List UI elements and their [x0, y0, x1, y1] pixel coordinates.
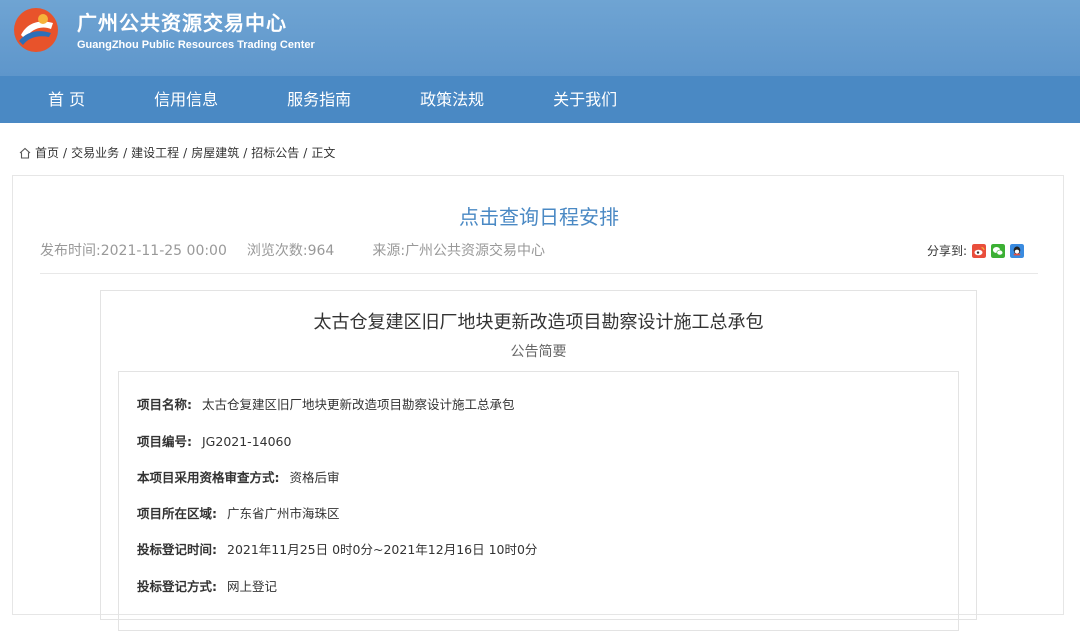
site-header: 广州公共资源交易中心 GuangZhou Public Resources Tr… — [0, 0, 1080, 76]
field-value: 太古仓复建区旧厂地块更新改造项目勘察设计施工总承包 — [202, 397, 515, 412]
breadcrumb-building[interactable]: 房屋建筑 — [191, 144, 239, 161]
source-label: 来源: — [372, 243, 406, 259]
breadcrumb: 首页 / 交易业务 / 建设工程 / 房屋建筑 / 招标公告 / 正文 — [18, 144, 335, 161]
qq-icon[interactable] — [1010, 243, 1025, 258]
field-value: JG2021-14060 — [202, 434, 292, 449]
field-registration-time: 投标登记时间: 2021年11月25日 0时0分~2021年12月16日 10时0… — [137, 539, 537, 558]
nav-item-policy[interactable]: 政策法规 — [420, 76, 484, 123]
content-panel: 点击查询日程安排 发布时间:2021-11-25 00:00 浏览次数:964 … — [12, 175, 1065, 631]
views-label: 浏览次数: — [246, 243, 308, 259]
weibo-icon[interactable] — [972, 243, 987, 258]
field-value: 资格后审 — [289, 470, 340, 485]
announcement-subtitle: 公告简要 — [510, 344, 567, 360]
field-region: 项目所在区域: 广东省广州市海珠区 — [137, 503, 340, 522]
nav-item-guide[interactable]: 服务指南 — [287, 76, 351, 123]
article-meta: 发布时间:2021-11-25 00:00 浏览次数:964 来源:广州公共资源… — [40, 240, 565, 260]
publish-value: 2021-11-25 00:00 — [100, 243, 227, 259]
summary-box: 项目名称: 太古仓复建区旧厂地块更新改造项目勘察设计施工总承包 项目编号: JG20… — [118, 371, 959, 631]
main-nav: 首 页 信用信息 服务指南 政策法规 关于我们 — [0, 76, 1080, 123]
field-key: 本项目采用资格审查方式: — [137, 470, 280, 485]
breadcrumb-separator: / — [123, 145, 128, 160]
views-value: 964 — [307, 243, 335, 259]
logo-icon[interactable] — [13, 7, 59, 53]
field-project-number: 项目编号: JG2021-14060 — [137, 431, 291, 450]
breadcrumb-separator: / — [183, 145, 188, 160]
announcement-title: 太古仓复建区旧厂地块更新改造项目勘察设计施工总承包 — [313, 312, 764, 333]
field-registration-method: 投标登记方式: 网上登记 — [137, 576, 277, 595]
breadcrumb-separator: / — [243, 145, 248, 160]
publish-label: 发布时间: — [40, 243, 101, 259]
nav-item-about[interactable]: 关于我们 — [553, 76, 617, 123]
field-value: 2021年11月25日 0时0分~2021年12月16日 10时0分 — [227, 542, 538, 557]
field-key: 项目编号: — [137, 434, 192, 449]
field-value: 广东省广州市海珠区 — [227, 506, 340, 521]
field-key: 投标登记方式: — [137, 579, 217, 594]
breadcrumb-separator: / — [303, 145, 308, 160]
field-review-method: 本项目采用资格审查方式: 资格后审 — [137, 467, 340, 486]
nav-item-home[interactable]: 首 页 — [48, 76, 85, 123]
site-title-en: GuangZhou Public Resources Trading Cente… — [77, 39, 315, 51]
nav-item-credit[interactable]: 信用信息 — [154, 76, 218, 123]
field-project-name: 项目名称: 太古仓复建区旧厂地块更新改造项目勘察设计施工总承包 — [137, 394, 515, 413]
breadcrumb-construction[interactable]: 建设工程 — [131, 144, 179, 161]
brand: 广州公共资源交易中心 GuangZhou Public Resources Tr… — [77, 10, 315, 52]
breadcrumb-tender[interactable]: 招标公告 — [251, 144, 299, 161]
divider — [40, 273, 1038, 274]
share-bar: 分享到: — [927, 242, 1025, 259]
source-value: 广州公共资源交易中心 — [405, 243, 546, 259]
wechat-icon[interactable] — [991, 243, 1006, 258]
article-title[interactable]: 点击查询日程安排 — [13, 201, 1065, 230]
breadcrumb-current: 正文 — [311, 146, 336, 160]
breadcrumb-trading[interactable]: 交易业务 — [71, 144, 119, 161]
field-key: 项目名称: — [137, 397, 192, 412]
announcement-box: 太古仓复建区旧厂地块更新改造项目勘察设计施工总承包 公告简要 项目名称: 太古仓复… — [100, 290, 977, 631]
breadcrumb-home[interactable]: 首页 — [35, 144, 59, 161]
site-title-cn: 广州公共资源交易中心 — [77, 11, 287, 35]
field-value: 网上登记 — [227, 579, 278, 594]
field-key: 投标登记时间: — [137, 542, 217, 557]
breadcrumb-separator: / — [63, 145, 68, 160]
home-icon[interactable] — [18, 146, 32, 160]
field-key: 项目所在区域: — [137, 506, 217, 521]
share-label: 分享到: — [927, 244, 968, 258]
